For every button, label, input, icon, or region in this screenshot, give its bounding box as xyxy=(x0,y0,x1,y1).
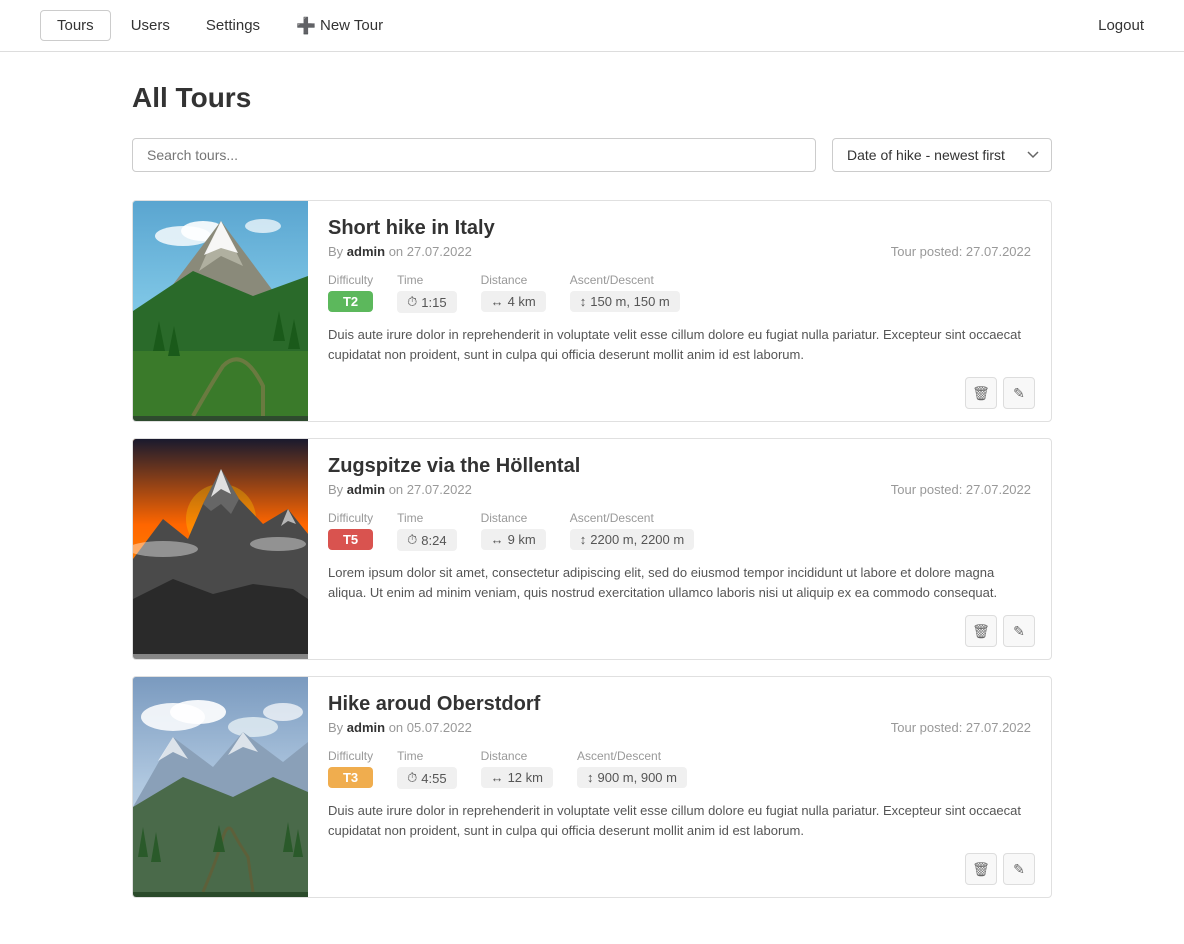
plus-icon: ➕ xyxy=(296,16,316,36)
time-block: Time ⏱ 4:55 xyxy=(397,749,456,789)
nav-new-tour[interactable]: ➕ New Tour xyxy=(280,10,399,42)
page-title: All Tours xyxy=(132,82,1052,114)
distance-block: Distance ↔ 12 km xyxy=(481,749,553,789)
updown-icon: ↕ xyxy=(580,294,587,309)
tour-card: Short hike in Italy By admin on 27.07.20… xyxy=(132,200,1052,422)
edit-button[interactable]: ✎ xyxy=(1003,853,1035,885)
clock-icon: ⏱ xyxy=(407,770,417,786)
distance-block: Distance ↔ 4 km xyxy=(481,273,546,313)
tour-author: By admin on 05.07.2022 xyxy=(328,720,472,735)
difficulty-label: Difficulty xyxy=(328,511,373,525)
stats-row: Difficulty T3 Time ⏱ 4:55 Distance ↔ 12 … xyxy=(328,749,1031,789)
card-actions: 🗑 ✎ xyxy=(965,377,1035,409)
stats-row: Difficulty T2 Time ⏱ 1:15 Distance ↔ 4 k… xyxy=(328,273,1031,313)
ascent-block: Ascent/Descent ↕ 2200 m, 2200 m xyxy=(570,511,694,551)
card-actions: 🗑 ✎ xyxy=(965,615,1035,647)
tour-body: Hike aroud Oberstdorf By admin on 05.07.… xyxy=(308,677,1051,897)
delete-button[interactable]: 🗑 xyxy=(965,377,997,409)
tour-author: By admin on 27.07.2022 xyxy=(328,244,472,259)
time-value: ⏱ 8:24 xyxy=(397,529,456,551)
distance-value: ↔ 4 km xyxy=(481,291,546,312)
tour-body: Zugspitze via the Höllental By admin on … xyxy=(308,439,1051,659)
arrows-icon: ↔ xyxy=(491,770,504,785)
tour-description: Duis aute irure dolor in reprehenderit i… xyxy=(328,801,1031,840)
time-block: Time ⏱ 1:15 xyxy=(397,273,456,313)
tour-posted: Tour posted: 27.07.2022 xyxy=(891,720,1031,735)
tour-card: Hike aroud Oberstdorf By admin on 05.07.… xyxy=(132,676,1052,898)
delete-button[interactable]: 🗑 xyxy=(965,615,997,647)
difficulty-block: Difficulty T2 xyxy=(328,273,373,313)
distance-label: Distance xyxy=(481,749,553,763)
ascent-label: Ascent/Descent xyxy=(570,511,694,525)
sort-select[interactable]: Date of hike - newest firstDate of hike … xyxy=(832,138,1052,172)
tour-meta: By admin on 05.07.2022 Tour posted: 27.0… xyxy=(328,720,1031,735)
updown-icon: ↕ xyxy=(587,770,594,785)
tour-meta: By admin on 27.07.2022 Tour posted: 27.0… xyxy=(328,244,1031,259)
nav-tours[interactable]: Tours xyxy=(40,10,111,41)
time-value: ⏱ 1:15 xyxy=(397,291,456,313)
clock-icon: ⏱ xyxy=(407,294,417,310)
tour-description: Lorem ipsum dolor sit amet, consectetur … xyxy=(328,563,1031,602)
tour-image xyxy=(133,439,308,659)
tour-posted: Tour posted: 27.07.2022 xyxy=(891,482,1031,497)
time-label: Time xyxy=(397,511,456,525)
distance-block: Distance ↔ 9 km xyxy=(481,511,546,551)
tours-list: Short hike in Italy By admin on 27.07.20… xyxy=(132,200,1052,898)
tour-image xyxy=(133,201,308,421)
ascent-value: ↕ 2200 m, 2200 m xyxy=(570,529,694,550)
tour-title: Zugspitze via the Höllental xyxy=(328,455,1031,478)
edit-button[interactable]: ✎ xyxy=(1003,615,1035,647)
nav-logout[interactable]: Logout xyxy=(1098,17,1144,34)
distance-value: ↔ 12 km xyxy=(481,767,553,788)
edit-button[interactable]: ✎ xyxy=(1003,377,1035,409)
stats-row: Difficulty T5 Time ⏱ 8:24 Distance ↔ 9 k… xyxy=(328,511,1031,551)
nav-settings[interactable]: Settings xyxy=(190,11,276,40)
difficulty-block: Difficulty T3 xyxy=(328,749,373,789)
tour-title: Hike aroud Oberstdorf xyxy=(328,693,1031,716)
nav-users[interactable]: Users xyxy=(115,11,186,40)
tour-image xyxy=(133,677,308,897)
distance-value: ↔ 9 km xyxy=(481,529,546,550)
main-content: All Tours Date of hike - newest firstDat… xyxy=(112,52,1072,944)
time-label: Time xyxy=(397,273,456,287)
distance-label: Distance xyxy=(481,511,546,525)
difficulty-block: Difficulty T5 xyxy=(328,511,373,551)
clock-icon: ⏱ xyxy=(407,532,417,548)
tour-author: By admin on 27.07.2022 xyxy=(328,482,472,497)
difficulty-badge: T5 xyxy=(328,529,373,550)
ascent-label: Ascent/Descent xyxy=(570,273,680,287)
time-block: Time ⏱ 8:24 xyxy=(397,511,456,551)
tour-body: Short hike in Italy By admin on 27.07.20… xyxy=(308,201,1051,421)
navbar: Tours Users Settings ➕ New Tour Logout xyxy=(0,0,1184,52)
difficulty-badge: T2 xyxy=(328,291,373,312)
controls-row: Date of hike - newest firstDate of hike … xyxy=(132,138,1052,172)
distance-label: Distance xyxy=(481,273,546,287)
ascent-value: ↕ 150 m, 150 m xyxy=(570,291,680,312)
arrows-icon: ↔ xyxy=(491,532,504,547)
arrows-icon: ↔ xyxy=(491,294,504,309)
difficulty-label: Difficulty xyxy=(328,273,373,287)
updown-icon: ↕ xyxy=(580,532,587,547)
time-label: Time xyxy=(397,749,456,763)
tour-title: Short hike in Italy xyxy=(328,217,1031,240)
ascent-value: ↕ 900 m, 900 m xyxy=(577,767,687,788)
time-value: ⏱ 4:55 xyxy=(397,767,456,789)
difficulty-badge: T3 xyxy=(328,767,373,788)
tour-meta: By admin on 27.07.2022 Tour posted: 27.0… xyxy=(328,482,1031,497)
ascent-block: Ascent/Descent ↕ 900 m, 900 m xyxy=(577,749,687,789)
delete-button[interactable]: 🗑 xyxy=(965,853,997,885)
tour-card: Zugspitze via the Höllental By admin on … xyxy=(132,438,1052,660)
ascent-label: Ascent/Descent xyxy=(577,749,687,763)
difficulty-label: Difficulty xyxy=(328,749,373,763)
ascent-block: Ascent/Descent ↕ 150 m, 150 m xyxy=(570,273,680,313)
card-actions: 🗑 ✎ xyxy=(965,853,1035,885)
nav-links: Tours Users Settings ➕ New Tour xyxy=(40,10,1098,42)
tour-description: Duis aute irure dolor in reprehenderit i… xyxy=(328,325,1031,364)
search-input[interactable] xyxy=(132,138,816,172)
tour-posted: Tour posted: 27.07.2022 xyxy=(891,244,1031,259)
